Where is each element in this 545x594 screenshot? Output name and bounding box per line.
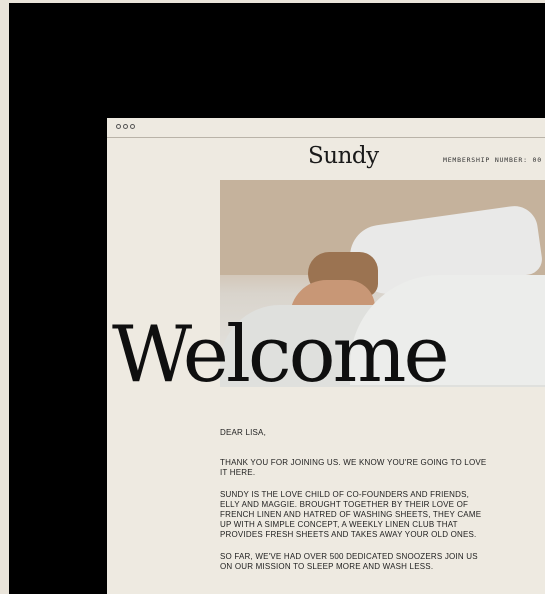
window-controls [116, 124, 135, 129]
canvas-top-edge [0, 0, 545, 3]
brand-logo: Sundy [308, 143, 379, 169]
membership-number: MEMBERSHIP NUMBER: 00 [443, 156, 542, 164]
close-dot-icon[interactable] [116, 124, 121, 129]
minimize-dot-icon[interactable] [123, 124, 128, 129]
canvas-left-edge [0, 0, 9, 594]
paragraph-1: THANK YOU FOR JOINING US. WE KNOW YOU'RE… [220, 458, 487, 477]
welcome-headline: Welcome [112, 310, 450, 400]
greeting: DEAR LISA, [220, 428, 267, 437]
email-preview-window: Sundy MEMBERSHIP NUMBER: 00 Welcome DEAR… [107, 118, 545, 594]
paragraph-2: SUNDY IS THE LOVE CHILD OF CO-FOUNDERS A… [220, 490, 482, 539]
letter-body: DEAR LISA, THANK YOU FOR JOINING US. WE … [220, 428, 490, 584]
paragraph-3: SO FAR, WE'VE HAD OVER 500 DEDICATED SNO… [220, 552, 478, 571]
window-titlebar [107, 118, 545, 138]
maximize-dot-icon[interactable] [130, 124, 135, 129]
